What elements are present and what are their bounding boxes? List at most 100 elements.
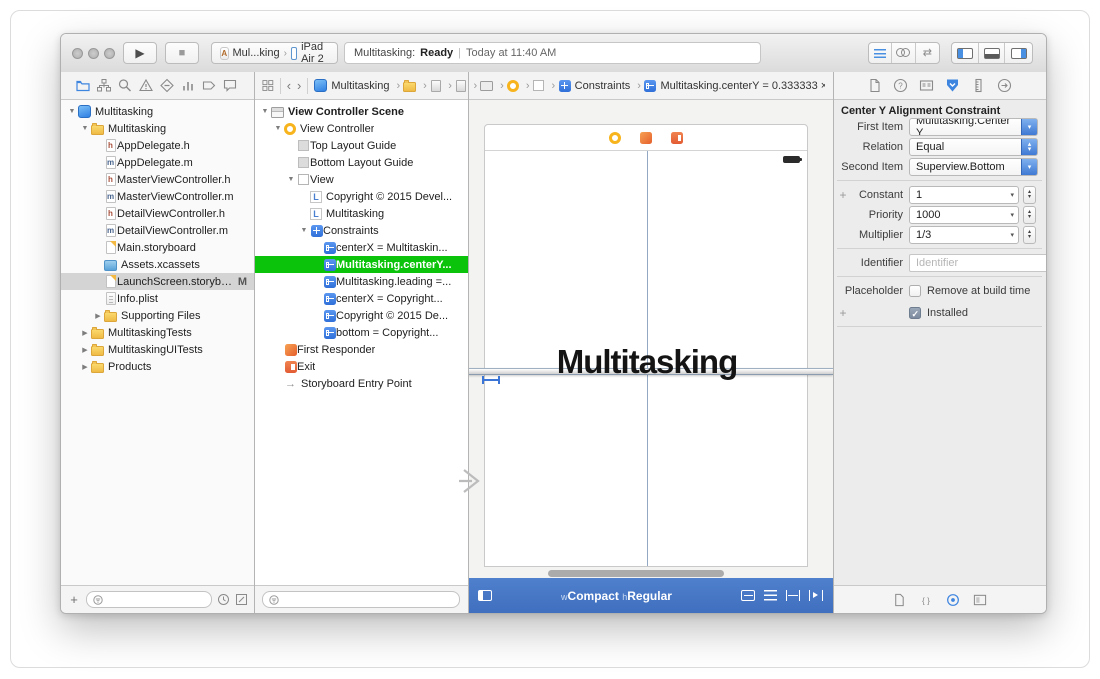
standard-editor-button[interactable] xyxy=(869,43,892,63)
multiplier-field[interactable]: 1/3 ▾ xyxy=(909,226,1019,244)
align-button-icon[interactable] xyxy=(764,590,777,601)
installed-checkbox[interactable]: ✓ xyxy=(909,307,921,319)
outline-row[interactable]: Exit xyxy=(254,358,468,375)
priority-stepper[interactable]: ▴▾ xyxy=(1023,206,1036,224)
file-row[interactable]: ▶ Products xyxy=(61,358,254,375)
toggle-navigator-button[interactable] xyxy=(952,43,979,63)
outline-filter-field[interactable] xyxy=(262,591,460,608)
recent-files-clock-icon[interactable] xyxy=(217,593,230,606)
file-inspector-icon[interactable] xyxy=(867,78,882,93)
exit-icon[interactable] xyxy=(671,132,683,144)
quick-help-inspector-icon[interactable]: ? xyxy=(893,78,908,93)
file-row[interactable]: m AppDelegate.m xyxy=(61,154,254,171)
pin-button-icon[interactable] xyxy=(786,590,800,601)
outline-row[interactable]: Bottom Layout Guide xyxy=(254,154,468,171)
breadcrumb-item[interactable]: › xyxy=(430,80,455,92)
outline-row[interactable]: centerX = Copyright... xyxy=(254,290,468,307)
file-row[interactable]: m MasterViewController.m xyxy=(61,188,254,205)
file-row[interactable]: ▶ MultitaskingTests xyxy=(61,324,254,341)
file-row[interactable]: Info.plist xyxy=(61,290,254,307)
constant-field[interactable]: 1 ▾ xyxy=(909,186,1019,204)
breadcrumb-item[interactable]: › xyxy=(507,79,533,92)
disclosure-triangle[interactable]: ▶ xyxy=(93,312,103,320)
outline-row[interactable]: L Copyright © 2015 Devel... xyxy=(254,188,468,205)
breakpoint-navigator-icon[interactable] xyxy=(201,78,217,93)
file-row[interactable]: h MasterViewController.h xyxy=(61,171,254,188)
breadcrumb-item[interactable]: › xyxy=(532,79,558,92)
breadcrumb-item[interactable]: › xyxy=(403,79,430,92)
disclosure-triangle[interactable]: ▶ xyxy=(80,346,90,354)
outline-row[interactable]: Copyright © 2015 De... xyxy=(254,307,468,324)
outline-row[interactable]: Multitasking.leading =... xyxy=(254,273,468,290)
outline-row[interactable]: L Multitasking xyxy=(254,205,468,222)
outline-row[interactable]: ▼ View Controller xyxy=(254,120,468,137)
document-outline-toggle-icon[interactable] xyxy=(478,590,492,601)
outline-row[interactable]: centerX = Multitaskin... xyxy=(254,239,468,256)
add-installed-button[interactable]: + xyxy=(838,306,848,320)
file-row[interactable]: ▶ MultitaskingUITests xyxy=(61,341,254,358)
file-row[interactable]: LaunchScreen.storyboard M xyxy=(61,273,254,290)
disclosure-triangle[interactable]: ▼ xyxy=(299,227,309,234)
breadcrumb-item[interactable]: › xyxy=(480,80,507,92)
disclosure-triangle[interactable]: ▼ xyxy=(273,125,283,132)
toggle-inspector-button[interactable] xyxy=(1005,43,1032,63)
close-window-button[interactable] xyxy=(72,48,83,59)
file-row[interactable]: Main.storyboard xyxy=(61,239,254,256)
add-constant-button[interactable]: + xyxy=(838,188,848,202)
constant-stepper[interactable]: ▴▾ xyxy=(1023,186,1036,204)
outline-row[interactable]: → Storyboard Entry Point xyxy=(254,375,468,392)
disclosure-triangle[interactable]: ▼ xyxy=(80,125,90,132)
project-navigator-icon[interactable] xyxy=(75,78,91,93)
identifier-input[interactable] xyxy=(909,254,1047,272)
breadcrumb-item[interactable]: Multitasking.centerY = 0.333333 × bottom… xyxy=(644,79,825,92)
horizontal-scrollbar[interactable] xyxy=(548,570,724,577)
outline-row[interactable]: Multitasking.centerY... xyxy=(254,256,468,273)
breadcrumb-item[interactable]: Multitasking › xyxy=(314,79,403,92)
go-forward-button[interactable]: › xyxy=(297,79,301,92)
disclosure-triangle[interactable]: ▼ xyxy=(286,176,296,183)
identity-inspector-icon[interactable] xyxy=(919,78,934,93)
outline-divider[interactable] xyxy=(468,72,469,613)
symbol-navigator-icon[interactable] xyxy=(96,78,112,93)
disclosure-triangle[interactable]: ▼ xyxy=(260,108,270,115)
attributes-inspector-icon[interactable] xyxy=(945,78,960,93)
outline-row[interactable]: First Responder xyxy=(254,341,468,358)
outline-row[interactable]: ▼ View xyxy=(254,171,468,188)
view-controller-icon[interactable] xyxy=(609,132,621,144)
source-control-status-icon[interactable] xyxy=(235,593,248,606)
file-template-library-icon[interactable] xyxy=(892,593,906,607)
first-item-popup[interactable]: Multitasking.Center Y ▾ xyxy=(909,118,1038,136)
report-navigator-icon[interactable] xyxy=(222,78,238,93)
minimize-window-button[interactable] xyxy=(88,48,99,59)
view-controller-scene[interactable]: Multitasking xyxy=(484,124,808,567)
relation-popup[interactable]: Equal ▴▾ xyxy=(909,138,1038,156)
disclosure-triangle[interactable]: ▶ xyxy=(80,329,90,337)
file-row[interactable]: h AppDelegate.h xyxy=(61,137,254,154)
navigator-filter-field[interactable] xyxy=(86,591,212,608)
run-button[interactable]: ▶ xyxy=(123,42,157,64)
stack-button-icon[interactable] xyxy=(741,590,755,601)
outline-row[interactable]: ▼ Constraints xyxy=(254,222,468,239)
zoom-window-button[interactable] xyxy=(104,48,115,59)
test-navigator-icon[interactable] xyxy=(159,78,175,93)
file-row[interactable]: ▶ Supporting Files xyxy=(61,307,254,324)
assistant-editor-button[interactable] xyxy=(892,43,915,63)
file-row[interactable]: m DetailViewController.m xyxy=(61,222,254,239)
navigator-divider[interactable] xyxy=(254,72,255,613)
resolve-issues-button-icon[interactable] xyxy=(809,590,823,601)
storyboard-canvas[interactable]: Multitasking xyxy=(468,100,833,578)
second-item-popup[interactable]: Superview.Bottom ▾ xyxy=(909,158,1038,176)
related-items-icon[interactable] xyxy=(262,79,274,92)
multitasking-label[interactable]: Multitasking xyxy=(485,343,809,381)
size-inspector-icon[interactable] xyxy=(971,78,986,93)
code-snippet-library-icon[interactable]: { } xyxy=(919,593,933,607)
file-row[interactable]: h DetailViewController.h xyxy=(61,205,254,222)
issue-navigator-icon[interactable] xyxy=(138,78,154,93)
search-navigator-icon[interactable] xyxy=(117,78,133,93)
multiplier-stepper[interactable]: ▴▾ xyxy=(1023,226,1036,244)
toggle-debug-area-button[interactable] xyxy=(979,43,1006,63)
outline-row[interactable]: Top Layout Guide xyxy=(254,137,468,154)
priority-field[interactable]: 1000 ▾ xyxy=(909,206,1019,224)
outline-row[interactable]: bottom = Copyright... xyxy=(254,324,468,341)
breadcrumb-item[interactable]: Constraints › xyxy=(558,79,644,92)
